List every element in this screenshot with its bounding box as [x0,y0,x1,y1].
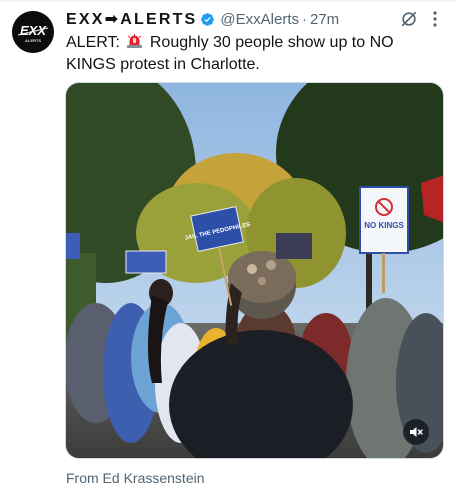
video-frame: JAIL THE PEDOPHILES NO KINGS [66,83,443,458]
tweet-text: ALERT: Roughly 30 people show up to NO K… [66,32,426,76]
tweet-text-prefix: ALERT: [66,34,120,51]
avatar-logo-subtext: ALERTS [25,38,41,43]
avatar-logo-text: EXX [20,23,47,38]
avatar[interactable]: EXX ALERTS [12,11,54,53]
display-name[interactable]: EXX➡ALERTS [66,9,197,29]
muted-speaker-icon [410,427,423,437]
top-divider [0,0,456,2]
protest-sign-right: NO KINGS [364,221,404,230]
handle[interactable]: @ExxAlerts [220,11,299,28]
tweet-header: EXX➡ALERTS @ExxAlerts · 27m [66,8,444,30]
video-player[interactable]: JAIL THE PEDOPHILES NO KINGS [65,82,444,459]
mute-button[interactable] [403,419,429,445]
more-options-icon[interactable] [427,9,443,29]
timestamp[interactable]: 27m [310,11,339,28]
siren-emoji-icon [127,33,143,48]
avatar-logo: EXX ALERTS [12,11,54,53]
grok-icon[interactable] [400,10,418,28]
separator-dot: · [302,10,307,28]
verified-badge-icon [200,12,215,27]
media-source-attribution[interactable]: From Ed Krassenstein [66,470,205,486]
